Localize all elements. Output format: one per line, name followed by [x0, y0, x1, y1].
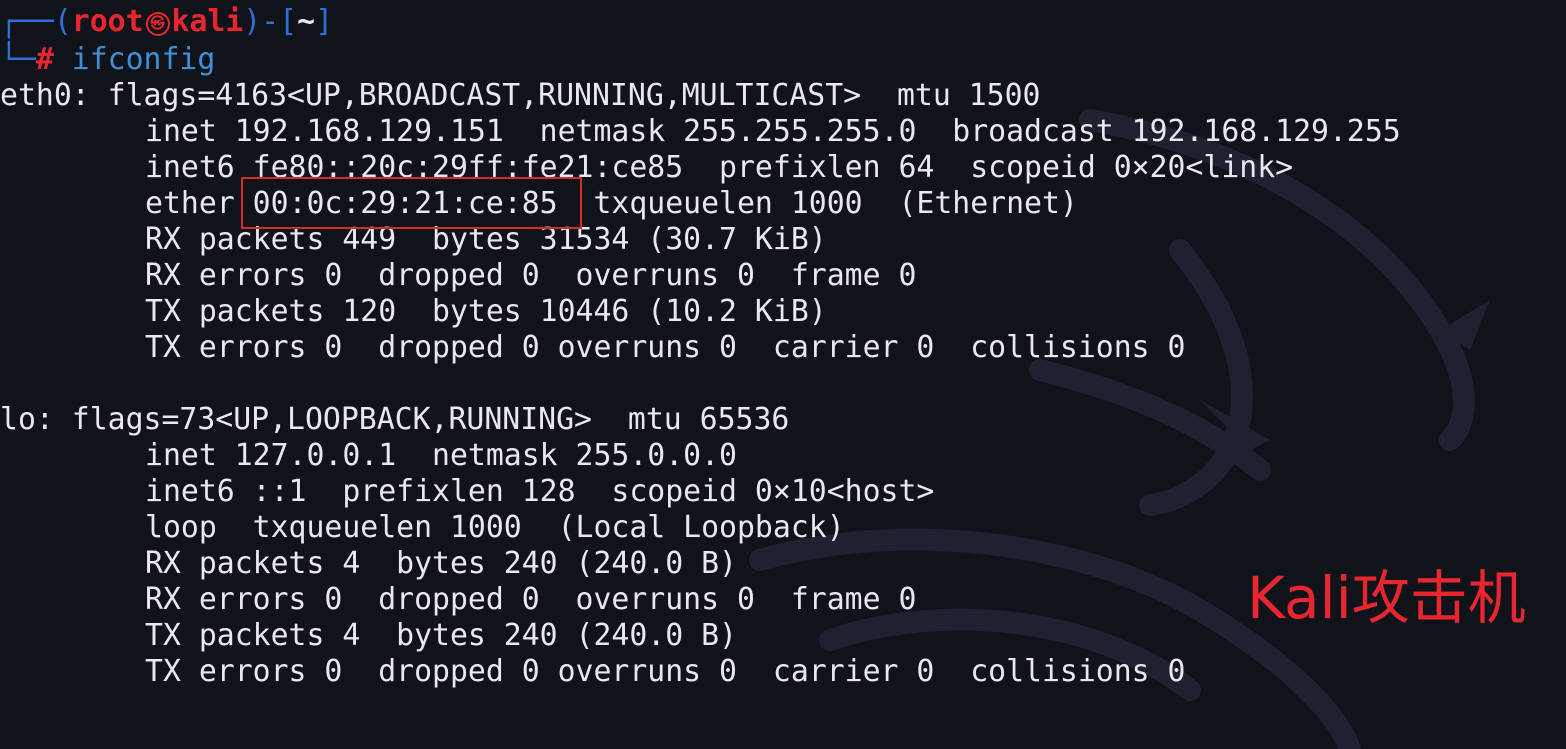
eth0-rx-errors-line: RX errors 0 dropped 0 overruns 0 frame 0: [145, 258, 917, 293]
eth0-inet6-line: inet6 fe80::20c:29ff:fe21:ce85 prefixlen…: [145, 150, 1294, 185]
prompt-user: root: [71, 4, 144, 39]
lo-tx-errors-line: TX errors 0 dropped 0 overruns 0 carrier…: [145, 654, 1186, 689]
prompt-corner-top: ┌──(: [0, 4, 72, 39]
lo-inet6-line: inet6 ::1 prefixlen 128 scopeid 0×10<hos…: [145, 474, 935, 509]
lo-rx-packets-line: RX packets 4 bytes 240 (240.0 B): [145, 546, 737, 581]
eth0-header-line: eth0: flags=4163<UP,BROADCAST,RUNNING,MU…: [0, 78, 1041, 113]
command-text: ifconfig: [71, 42, 216, 77]
lo-inet-line: inet 127.0.0.1 netmask 255.0.0.0: [145, 438, 737, 473]
lo-tx-packets-line: TX packets 4 bytes 240 (240.0 B): [145, 618, 737, 653]
prompt-line-top: ┌──(root ㉿ kali)-[~]: [0, 4, 333, 40]
prompt-host: kali: [171, 4, 244, 39]
prompt-corner-bottom: └─: [0, 42, 36, 77]
eth0-tx-errors-line: TX errors 0 dropped 0 overruns 0 carrier…: [145, 330, 1186, 365]
prompt-hash: #: [35, 42, 54, 77]
kali-skull-icon: ㉿: [145, 12, 170, 36]
terminal-window[interactable]: ┌──(root ㉿ kali)-[~] └─# ifconfig eth0: fl…: [0, 0, 1566, 749]
prompt-cwd: ~: [297, 4, 316, 39]
prompt-close-bracket: )-[: [243, 4, 298, 39]
lo-loop-line: loop txqueuelen 1000 (Local Loopback): [145, 510, 845, 545]
eth0-inet-line: inet 192.168.129.151 netmask 255.255.255…: [145, 114, 1401, 149]
prompt-line-command[interactable]: └─# ifconfig: [0, 42, 215, 78]
lo-rx-errors-line: RX errors 0 dropped 0 overruns 0 frame 0: [145, 582, 917, 617]
prompt-end-bracket: ]: [315, 4, 334, 39]
lo-header-line: lo: flags=73<UP,LOOPBACK,RUNNING> mtu 65…: [0, 402, 790, 437]
kali-attacker-label: Kali攻击机: [1247, 564, 1526, 632]
mac-address-highlight-box: [241, 177, 582, 229]
eth0-tx-packets-line: TX packets 120 bytes 10446 (10.2 KiB): [145, 294, 827, 329]
